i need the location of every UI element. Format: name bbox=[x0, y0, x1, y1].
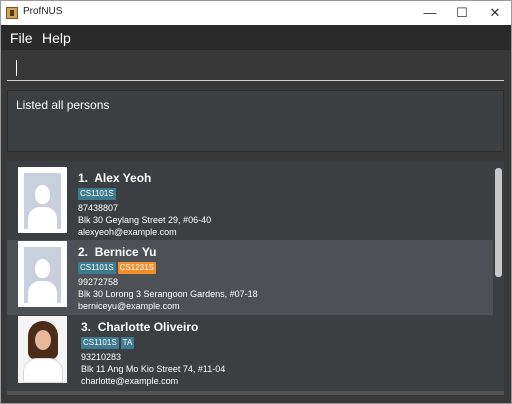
address: Blk 11 Ang Mo Kio Street 74, #11-04 bbox=[81, 364, 226, 374]
email: berniceyu@example.com bbox=[78, 301, 180, 311]
person-name: 3. Charlotte Oliveiro bbox=[81, 320, 199, 334]
person-name: 2. Bernice Yu bbox=[78, 245, 157, 259]
person-card[interactable]: 3. Charlotte Oliveiro CS1101S TA 93210283… bbox=[7, 315, 493, 390]
close-icon[interactable]: ✕ bbox=[478, 1, 511, 25]
menu-bar: File Help bbox=[1, 25, 511, 50]
default-person-icon bbox=[24, 247, 61, 303]
address: Blk 30 Geylang Street 29, #06-40 bbox=[78, 215, 212, 225]
menu-file[interactable]: File bbox=[10, 30, 33, 46]
tag-list: CS1101S bbox=[78, 188, 118, 200]
email: alexyeoh@example.com bbox=[78, 227, 177, 237]
tag-ta: TA bbox=[120, 337, 135, 349]
app-logo-icon bbox=[6, 7, 18, 19]
email: charlotte@example.com bbox=[81, 376, 179, 386]
avatar-photo bbox=[18, 316, 67, 383]
maximize-icon[interactable]: ☐ bbox=[445, 1, 479, 25]
avatar bbox=[18, 167, 67, 233]
text-cursor bbox=[16, 60, 17, 76]
tag-cs1231s: CS1231S bbox=[117, 262, 156, 274]
tag-list: CS1101S TA bbox=[81, 337, 136, 349]
minimize-icon[interactable]: — bbox=[413, 1, 447, 25]
avatar bbox=[18, 241, 67, 307]
tag-list: CS1101S CS1231S bbox=[78, 262, 158, 274]
tag-cs1101s: CS1101S bbox=[78, 188, 116, 200]
person-card[interactable]: 1. Alex Yeoh CS1101S 87438807 Blk 30 Gey… bbox=[7, 166, 493, 241]
phone-number: 99272758 bbox=[78, 277, 119, 287]
phone-number: 87438807 bbox=[78, 203, 119, 213]
result-message: Listed all persons bbox=[16, 98, 110, 112]
horizontal-scrollbar[interactable] bbox=[7, 391, 504, 395]
person-name: 1. Alex Yeoh bbox=[78, 171, 152, 185]
title-bar[interactable]: ProfNUS — ☐ ✕ bbox=[1, 1, 511, 25]
app-window: ProfNUS — ☐ ✕ File Help Listed all perso… bbox=[0, 0, 512, 404]
menu-help[interactable]: Help bbox=[42, 30, 71, 46]
tag-cs1101s: CS1101S bbox=[81, 337, 119, 349]
window-title: ProfNUS bbox=[23, 6, 63, 17]
tag-cs1101s: CS1101S bbox=[78, 262, 116, 274]
default-person-icon bbox=[24, 173, 61, 229]
person-card-selected[interactable]: 2. Bernice Yu CS1101S CS1231S 99272758 Bl… bbox=[7, 240, 493, 315]
phone-number: 93210283 bbox=[81, 352, 122, 362]
address: Blk 30 Lorong 3 Serangoon Gardens, #07-1… bbox=[78, 289, 258, 299]
vertical-scrollbar[interactable] bbox=[495, 168, 502, 277]
command-input[interactable] bbox=[7, 57, 504, 81]
